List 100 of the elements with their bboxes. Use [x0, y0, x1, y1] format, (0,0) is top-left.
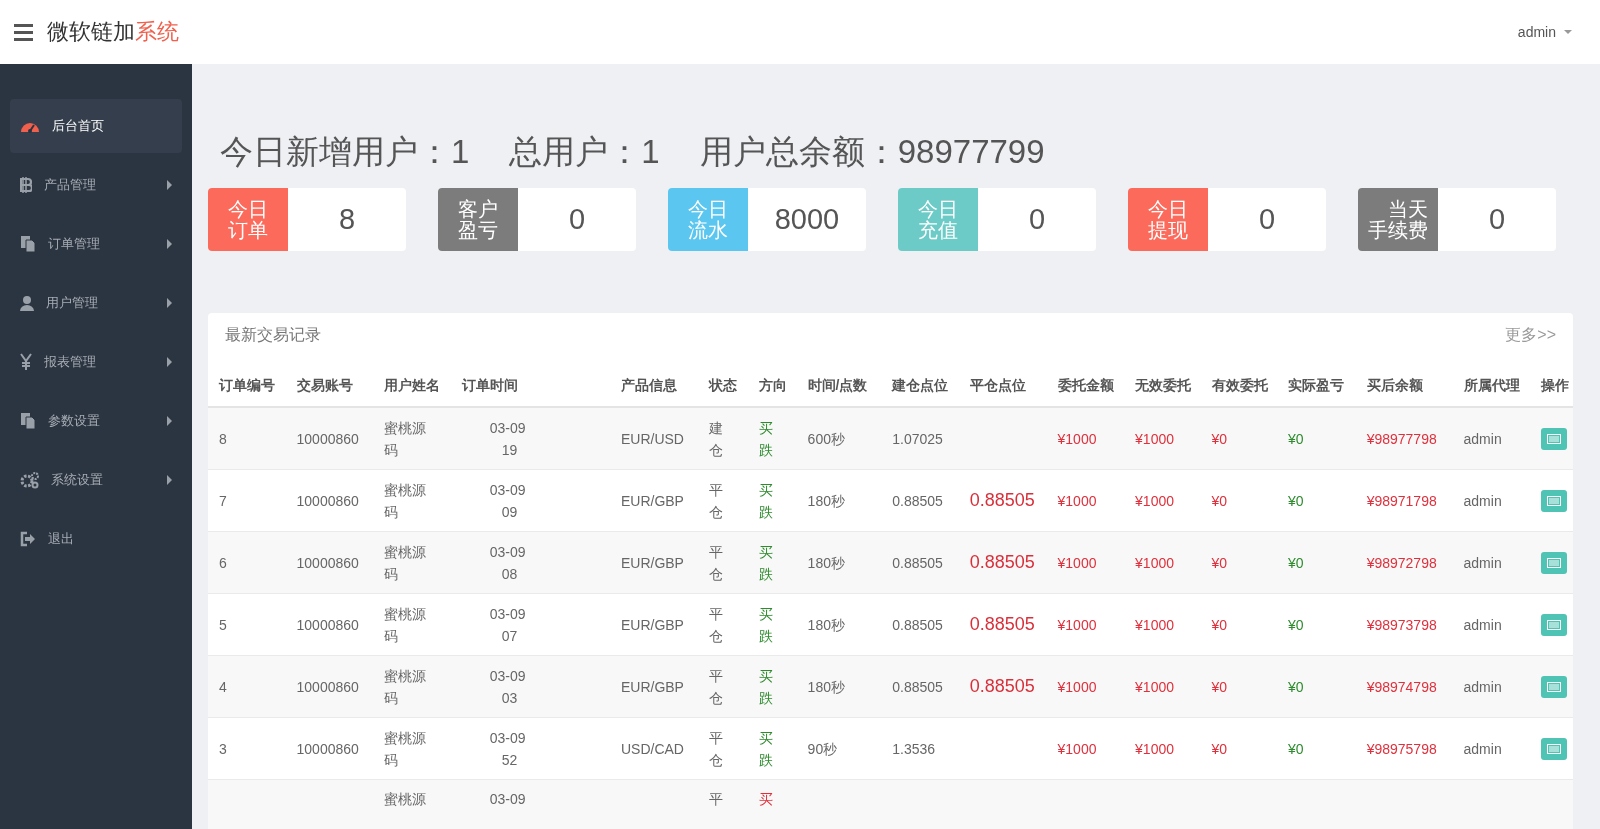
table-cell-text: EUR/GBP [620, 615, 684, 635]
table-cell-text: 8 [219, 429, 227, 449]
sidebar-item[interactable]: 订单管理 [10, 217, 182, 271]
table-cell-text: 平仓 [708, 604, 723, 646]
order-date: 03-09 [489, 604, 526, 624]
table-cell-text: ¥1000 [1057, 739, 1097, 759]
order-date: 03-09 [489, 418, 526, 438]
table-cell-text: 蜜桃源码 [384, 542, 427, 584]
table-cell-text: 平仓 [708, 666, 723, 708]
table-cell-text: 蜜桃源码 [384, 728, 427, 770]
table-cell-text: 1.3536 [892, 739, 936, 759]
order-clock: 09 [500, 502, 519, 522]
column-header: 所属代理 [1463, 376, 1520, 395]
sidebar-item[interactable]: 系统设置 [10, 453, 182, 507]
table-cell-text: 买跌 [758, 666, 773, 708]
brand-accent: 系统 [135, 18, 179, 46]
stat-value: 0 [1257, 202, 1277, 237]
card-icon [1547, 495, 1562, 506]
order-clock: 07 [500, 626, 519, 646]
order-date: 03-09 [489, 790, 526, 809]
table-cell-text: 1.07025 [892, 429, 943, 449]
table-cell-text: 10000860 [296, 739, 359, 759]
table-cell-text: 平 [708, 790, 723, 809]
table-cell-text: ¥98974798 [1366, 677, 1437, 697]
table-cell-text: ¥0 [1211, 429, 1228, 449]
sidebar-item[interactable]: 参数设置 [10, 394, 182, 448]
column-header: 无效委托 [1135, 376, 1192, 395]
yen-icon [20, 353, 32, 371]
table-cell-text: EUR/GBP [620, 553, 684, 573]
user-menu[interactable]: admin [1517, 24, 1572, 40]
table-cell-text: ¥1000 [1057, 429, 1097, 449]
sidebar-item[interactable]: 产品管理 [10, 158, 182, 212]
stat-label: 当天手续费 [1368, 198, 1428, 241]
summary-stat: 用户总余额：98977799 [699, 131, 1045, 172]
table-cell-text: ¥0 [1211, 491, 1228, 511]
table-cell-text: 平仓 [708, 480, 723, 522]
table-cell-text: admin [1463, 429, 1502, 449]
menu-icon[interactable] [14, 23, 33, 41]
stat-value: 0 [1487, 202, 1507, 237]
column-header: 平仓点位 [969, 376, 1026, 395]
table-cell-text: 平仓 [708, 728, 723, 770]
details-button[interactable] [1541, 613, 1568, 636]
order-date: 03-09 [489, 542, 526, 562]
table-cell-text: USD/CAD [620, 739, 684, 759]
table-cell-text: 10000860 [296, 491, 359, 511]
column-header: 操作 [1541, 376, 1570, 395]
table-cell-text: ¥0 [1211, 739, 1228, 759]
table-cell-text: 蜜桃源码 [384, 666, 427, 708]
table-cell-text: ¥98972798 [1366, 553, 1437, 573]
table-cell-text: 10000860 [296, 429, 359, 449]
stat-value: 8000 [773, 202, 841, 237]
table-cell-text: ¥0 [1288, 615, 1304, 635]
table-cell-text: EUR/GBP [620, 491, 684, 511]
brand-name: 微软链加 [47, 18, 135, 46]
column-header: 用户姓名 [384, 376, 441, 395]
sidebar-item[interactable]: 后台首页 [10, 99, 182, 153]
table-cell-text: ¥1000 [1135, 553, 1174, 573]
table-cell-text: 买跌 [758, 542, 773, 584]
table-cell-text: ¥1000 [1057, 677, 1097, 697]
details-button[interactable] [1541, 427, 1568, 450]
table-cell-text: 建仓 [708, 418, 723, 460]
table-cell-text: 0.88505 [892, 491, 943, 511]
sidebar-item[interactable]: 退出 [10, 512, 182, 566]
sidebar-item[interactable]: 报表管理 [10, 335, 182, 389]
table-cell-text: 买跌 [758, 418, 773, 460]
card-icon [1547, 743, 1562, 754]
gears-icon [20, 471, 39, 489]
table-cell-text: 蜜桃源码 [384, 480, 427, 522]
caret-icon [1564, 30, 1572, 34]
table-cell-text: ¥0 [1288, 739, 1304, 759]
table-cell-text: 买跌 [758, 728, 773, 770]
table-cell: 0.88505 [969, 613, 1035, 635]
table-cell: 0.88505 [969, 551, 1035, 573]
table-cell-text: 买跌 [758, 604, 773, 646]
details-button[interactable] [1541, 675, 1568, 698]
table-cell-text: admin [1463, 491, 1502, 511]
table-cell-text: 180秒 [807, 615, 845, 635]
table-cell-text: admin [1463, 553, 1502, 573]
table-cell-text: 蜜桃源码 [384, 418, 427, 460]
table-cell-text: ¥1000 [1135, 739, 1174, 759]
details-button[interactable] [1541, 551, 1568, 574]
order-clock: 19 [500, 440, 519, 460]
table-cell-text: 180秒 [807, 677, 845, 697]
stat-value: 8 [337, 202, 357, 237]
sidebar-item[interactable]: 用户管理 [10, 276, 182, 330]
stat-label: 客户盈亏 [458, 198, 498, 241]
order-date: 03-09 [489, 666, 526, 686]
bitcoin-icon [20, 176, 32, 194]
table-cell-text: 0.88505 [892, 677, 943, 697]
more-link[interactable]: 更多>> [1505, 325, 1556, 351]
table-cell-text: ¥0 [1288, 553, 1304, 573]
details-button[interactable] [1541, 489, 1568, 512]
summary-stat: 总用户：1 [509, 131, 660, 172]
table-cell-text: ¥1000 [1057, 491, 1097, 511]
details-button[interactable] [1541, 737, 1568, 760]
table-cell-text: ¥0 [1211, 677, 1228, 697]
stat-label: 今日充值 [918, 198, 958, 241]
table-cell-text: 90秒 [807, 739, 838, 759]
column-header: 产品信息 [620, 376, 677, 395]
stat-value: 0 [567, 202, 587, 237]
